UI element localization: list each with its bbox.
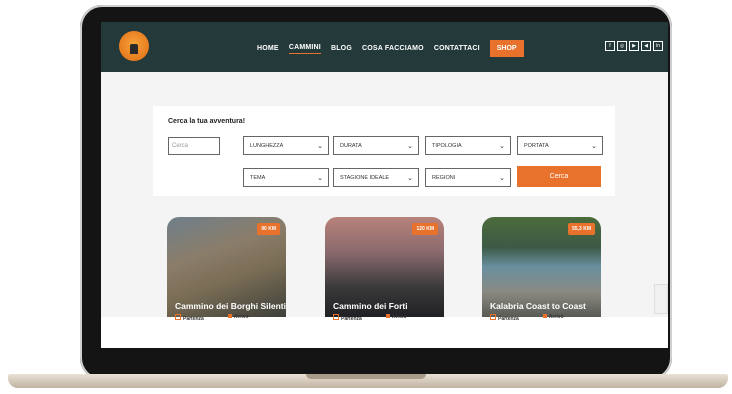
select-label: STAGIONE IDEALE: [340, 175, 390, 181]
select-lunghezza[interactable]: LUNGHEZZA ⌄: [243, 136, 329, 155]
flag-icon: [333, 314, 339, 320]
start-label: Partenza: [490, 314, 519, 322]
flag-icon: [175, 314, 181, 320]
select-tema[interactable]: TEMA ⌄: [243, 168, 329, 187]
card-meta: Partenza Arrivo: [333, 314, 407, 322]
trail-name: Kalabria Coast to Coast: [490, 301, 586, 311]
card-meta: Partenza Arrivo: [175, 314, 249, 322]
trail-card[interactable]: 90 KM Cammino dei Borghi Silenti: [167, 217, 286, 317]
linkedin-icon[interactable]: in: [653, 41, 663, 51]
nav-contattaci[interactable]: CONTATTACI: [434, 45, 480, 52]
distance-badge: 120 KM: [412, 223, 438, 235]
end-label: Arrivo: [542, 314, 564, 322]
start-label: Partenza: [175, 314, 204, 322]
chevron-down-icon: ⌄: [317, 175, 323, 182]
flag-icon: [490, 314, 496, 320]
select-stagione-ideale[interactable]: STAGIONE IDEALE ⌄: [333, 168, 419, 187]
trail-card[interactable]: 55,3 KM Kalabria Coast to Coast: [482, 217, 601, 317]
chevron-down-icon: ⌄: [407, 143, 413, 150]
select-label: DURATA: [340, 143, 362, 149]
distance-badge: 55,3 KM: [568, 223, 595, 235]
nav-blog[interactable]: BLOG: [331, 45, 352, 52]
start-label: Partenza: [333, 314, 362, 322]
end-label: Arrivo: [385, 314, 407, 322]
chevron-down-icon: ⌄: [407, 175, 413, 182]
site-header: HOME CAMMINI BLOG COSA FACCIAMO CONTATTA…: [101, 22, 668, 72]
chevron-down-icon: ⌄: [499, 175, 505, 182]
card-meta: Partenza Arrivo: [490, 314, 564, 322]
nav-cosa-facciamo[interactable]: COSA FACCIAMO: [362, 45, 424, 52]
nav-cammini[interactable]: CAMMINI: [288, 44, 321, 54]
main-nav: HOME CAMMINI BLOG COSA FACCIAMO CONTATTA…: [257, 40, 524, 57]
select-label: REGIONI: [432, 175, 456, 181]
chevron-down-icon: ⌄: [499, 143, 505, 150]
end-label: Arrivo: [227, 314, 249, 322]
select-label: PORTATA: [524, 143, 549, 149]
search-button[interactable]: Cerca: [517, 166, 601, 187]
distance-badge: 90 KM: [257, 223, 280, 235]
select-label: LUNGHEZZA: [250, 143, 284, 149]
search-title: Cerca la tua avventura!: [168, 118, 246, 125]
trail-name: Cammino dei Borghi Silenti: [175, 301, 286, 311]
screen: HOME CAMMINI BLOG COSA FACCIAMO CONTATTA…: [101, 22, 668, 348]
flag-filled-icon: [385, 314, 390, 318]
select-portata[interactable]: PORTATA ⌄: [517, 136, 603, 155]
telegram-icon[interactable]: ◀: [641, 41, 651, 51]
search-panel: Cerca la tua avventura! Cerca LUNGHEZZA ⌄…: [153, 106, 615, 196]
youtube-icon[interactable]: ▶: [629, 41, 639, 51]
logo-icon[interactable]: [119, 31, 149, 61]
chevron-down-icon: ⌄: [591, 143, 597, 150]
flag-filled-icon: [227, 314, 232, 318]
social-links: f ◎ ▶ ◀ in: [605, 41, 663, 51]
trail-card[interactable]: 120 KM Cammino dei Forti: [325, 217, 444, 317]
shop-button[interactable]: SHOP: [489, 40, 524, 57]
chevron-down-icon: ⌄: [317, 143, 323, 150]
select-label: TEMA: [250, 175, 266, 181]
laptop-notch: [306, 374, 426, 379]
select-tipologia[interactable]: TIPOLOGIA ⌄: [425, 136, 511, 155]
flag-filled-icon: [542, 314, 547, 318]
select-durata[interactable]: DURATA ⌄: [333, 136, 419, 155]
select-label: TIPOLOGIA: [432, 143, 462, 149]
search-input[interactable]: Cerca: [168, 137, 220, 155]
laptop-frame: HOME CAMMINI BLOG COSA FACCIAMO CONTATTA…: [0, 0, 732, 394]
nav-home[interactable]: HOME: [257, 45, 279, 52]
instagram-icon[interactable]: ◎: [617, 41, 627, 51]
trail-name: Cammino dei Forti: [333, 301, 408, 311]
select-regioni[interactable]: REGIONI ⌄: [425, 168, 511, 187]
recaptcha-badge[interactable]: [654, 284, 668, 314]
facebook-icon[interactable]: f: [605, 41, 615, 51]
